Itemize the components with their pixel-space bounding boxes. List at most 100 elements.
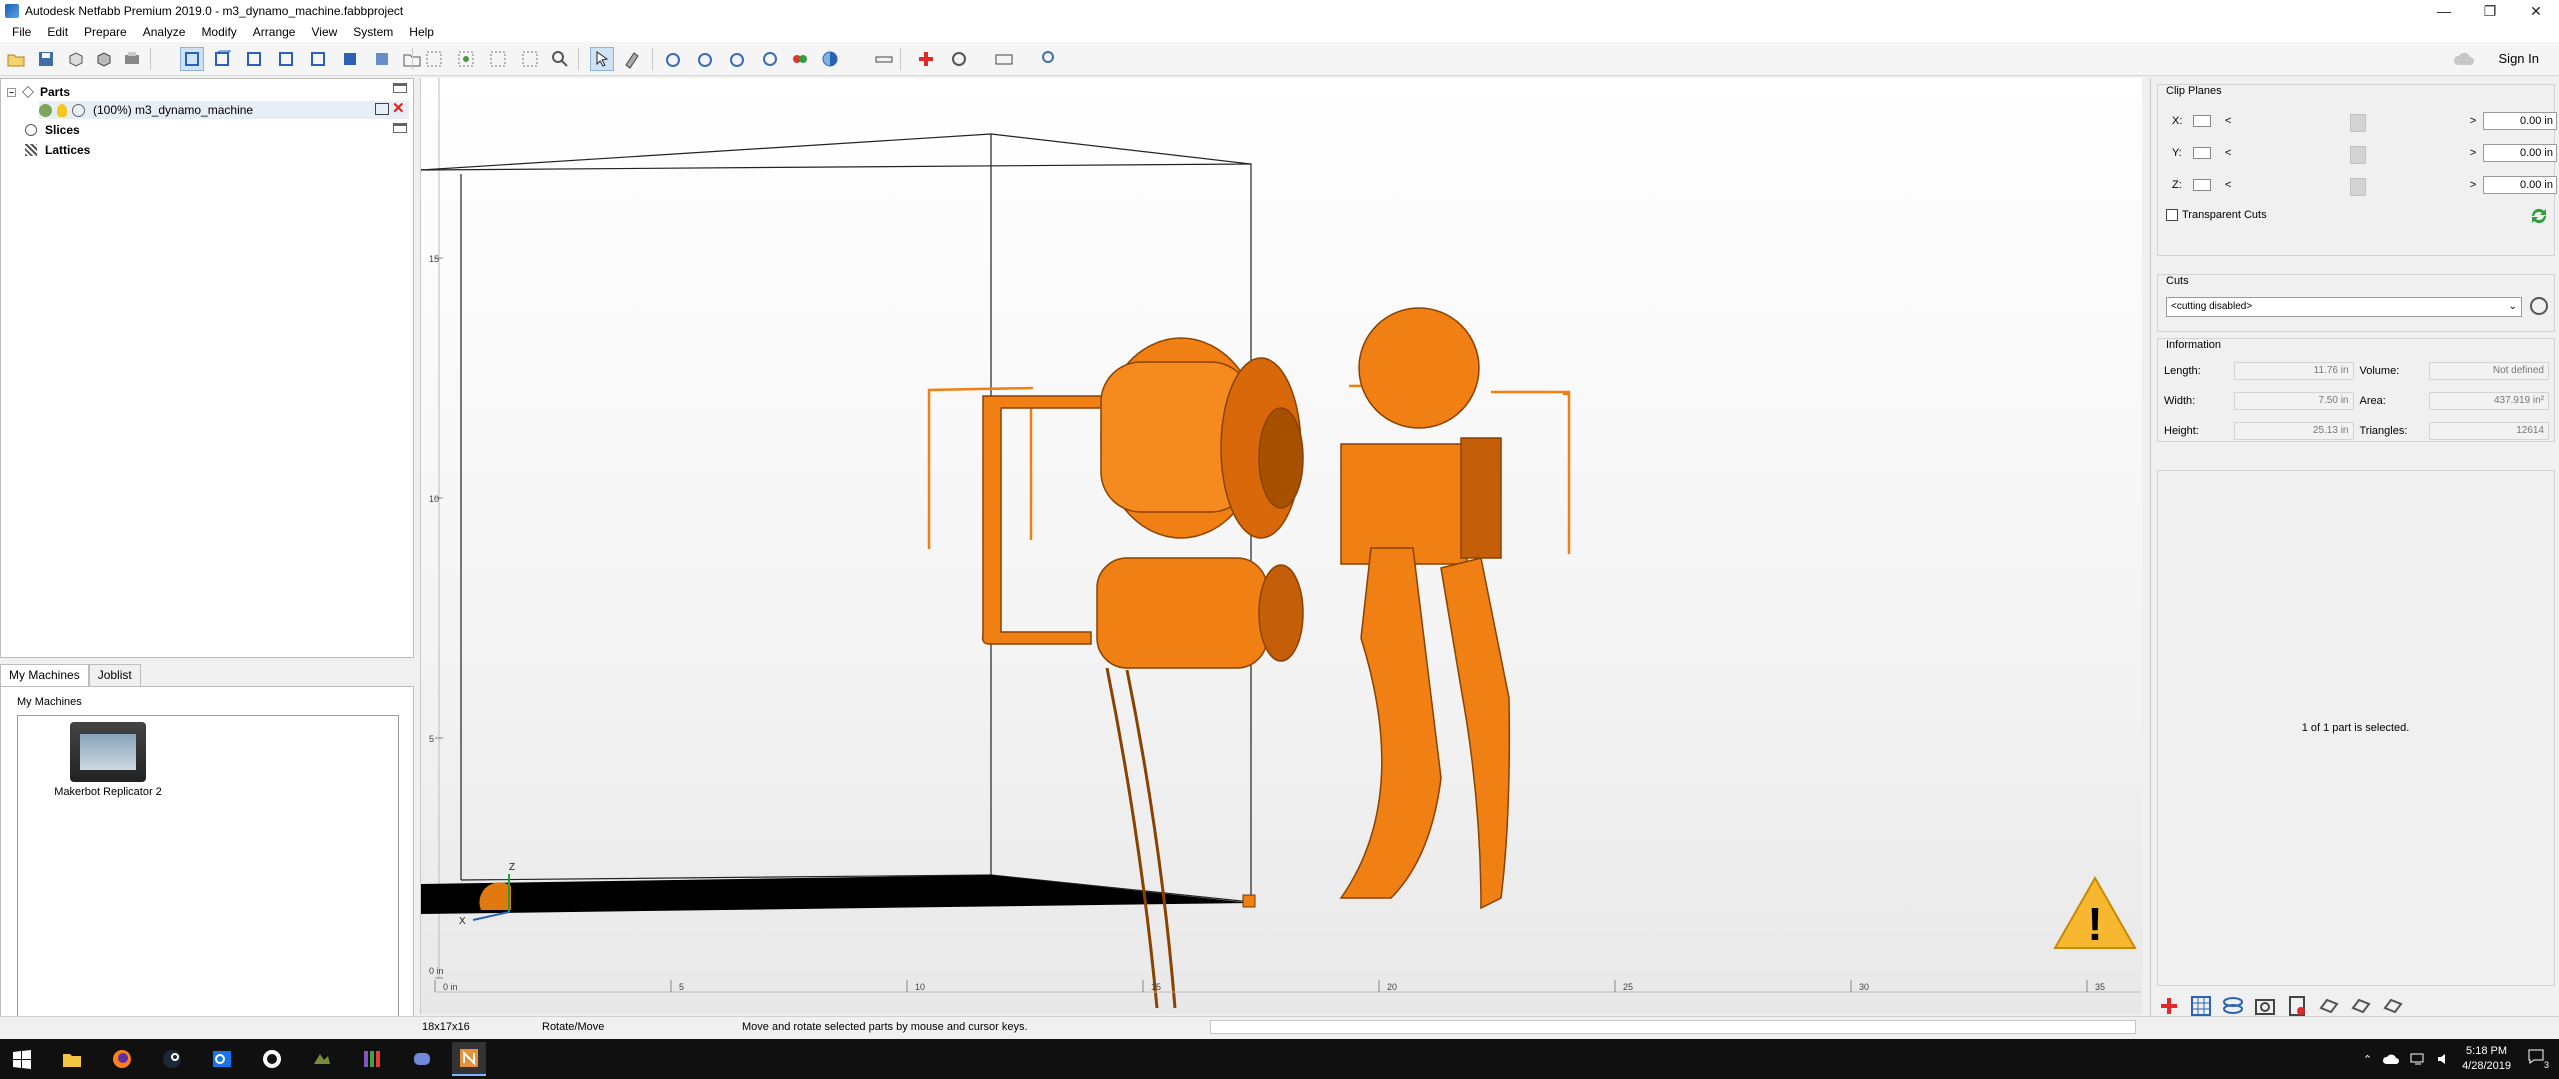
tree-item-parts[interactable]: − Parts: [7, 83, 70, 101]
zoom-box-icon[interactable]: [518, 47, 542, 71]
clip-z-slider[interactable]: [2240, 178, 2458, 196]
printer-icon[interactable]: [120, 47, 144, 71]
clip-x-slider[interactable]: [2240, 114, 2458, 132]
clip-y-slider[interactable]: [2240, 146, 2458, 164]
menu-file[interactable]: File: [4, 25, 39, 39]
volume-icon[interactable]: [2436, 1052, 2452, 1066]
report-icon[interactable]: [2285, 994, 2309, 1018]
shading-icon[interactable]: [818, 47, 842, 71]
firefox-icon[interactable]: [108, 1045, 136, 1073]
cut-settings-icon[interactable]: [2528, 295, 2550, 317]
close-button[interactable]: ✕: [2513, 0, 2559, 22]
menu-prepare[interactable]: Prepare: [76, 25, 135, 39]
notification-center[interactable]: 3: [2527, 1048, 2549, 1070]
menu-modify[interactable]: Modify: [193, 25, 244, 39]
view-top-icon[interactable]: [338, 47, 362, 71]
transparent-cuts-checkbox[interactable]: [2166, 209, 2178, 221]
steam-icon[interactable]: [158, 1045, 186, 1073]
tab-joblist[interactable]: Joblist: [88, 664, 141, 686]
remove-part-icon[interactable]: ✕: [392, 99, 405, 117]
show-hidden-icons[interactable]: ⌃: [2363, 1053, 2372, 1066]
clip-z-decrease[interactable]: <: [2225, 179, 2234, 191]
discord-icon[interactable]: [408, 1045, 436, 1073]
tree-item-slices[interactable]: Slices: [25, 121, 80, 139]
view-left-icon[interactable]: [274, 47, 298, 71]
restore-button[interactable]: ❐: [2467, 0, 2513, 22]
color-balls-icon[interactable]: [788, 47, 812, 71]
minimize-button[interactable]: —: [2421, 0, 2467, 22]
tab-my-machines[interactable]: My Machines: [0, 664, 89, 686]
clip-y-toggle[interactable]: [2192, 147, 2212, 159]
view-back-icon[interactable]: [242, 47, 266, 71]
clip-y-decrease[interactable]: <: [2225, 147, 2234, 159]
measure-icon[interactable]: [758, 47, 782, 71]
zoom-all-icon[interactable]: [422, 47, 446, 71]
tool-c-icon[interactable]: [2381, 994, 2405, 1018]
select-cursor-icon[interactable]: [590, 47, 614, 71]
view-bottom-icon[interactable]: [370, 47, 394, 71]
add-shape-icon[interactable]: [662, 47, 686, 71]
refresh-icon[interactable]: [2528, 205, 2550, 227]
collapse-icon[interactable]: −: [7, 87, 16, 97]
camera-icon[interactable]: [2253, 994, 2277, 1018]
folder-icon-2[interactable]: [393, 123, 407, 133]
windows-start-icon[interactable]: [8, 1045, 36, 1073]
clip-y-input[interactable]: [2483, 144, 2557, 162]
repair-icon[interactable]: [694, 47, 718, 71]
clock[interactable]: 5:18 PM 4/28/2019: [2462, 1044, 2511, 1074]
clip-z-toggle[interactable]: [2192, 179, 2212, 191]
tree-item-lattices[interactable]: Lattices: [25, 141, 90, 159]
menu-view[interactable]: View: [303, 25, 345, 39]
zoom-selection-icon[interactable]: [454, 47, 478, 71]
file-explorer-icon[interactable]: [58, 1045, 86, 1073]
ruler-icon[interactable]: [872, 47, 896, 71]
settings-user-icon[interactable]: [1036, 47, 1060, 71]
zoom-platform-icon[interactable]: [486, 47, 510, 71]
menu-system[interactable]: System: [345, 25, 401, 39]
save-icon[interactable]: [34, 47, 58, 71]
menu-edit[interactable]: Edit: [39, 25, 76, 39]
tool-a-icon[interactable]: [2317, 994, 2341, 1018]
app-bars-icon[interactable]: [358, 1045, 386, 1073]
menu-analyze[interactable]: Analyze: [135, 25, 194, 39]
warning-icon[interactable]: !: [2087, 898, 2102, 950]
tree-item-part[interactable]: (100%) m3_dynamo_machine: [39, 101, 409, 119]
network-icon[interactable]: [2410, 1052, 2426, 1066]
menu-arrange[interactable]: Arrange: [245, 25, 304, 39]
view-default-icon[interactable]: [180, 47, 204, 71]
add-red-cross-icon[interactable]: [914, 47, 938, 71]
onedrive-icon[interactable]: [2382, 1053, 2400, 1065]
tool-b-icon[interactable]: [2349, 994, 2373, 1018]
cube-icon[interactable]: [92, 47, 116, 71]
analysis-icon[interactable]: [726, 47, 750, 71]
machine-item[interactable]: Makerbot Replicator 2: [48, 722, 168, 798]
clip-y-increase[interactable]: >: [2470, 147, 2479, 159]
layers-icon[interactable]: [2221, 994, 2245, 1018]
obs-icon[interactable]: [258, 1045, 286, 1073]
view-front-icon[interactable]: [210, 47, 234, 71]
add-support-icon[interactable]: [2157, 994, 2181, 1018]
transparent-cuts-option[interactable]: Transparent Cuts: [2166, 209, 2267, 221]
clip-z-input[interactable]: [2483, 176, 2557, 194]
clip-x-decrease[interactable]: <: [2225, 115, 2234, 127]
menu-help[interactable]: Help: [401, 25, 442, 39]
app-tool-icon[interactable]: [308, 1045, 336, 1073]
magnifier-icon[interactable]: [548, 47, 572, 71]
screenshot-icon[interactable]: [992, 47, 1016, 71]
folder-icon[interactable]: [393, 83, 407, 93]
view-right-icon[interactable]: [306, 47, 330, 71]
lightbulb-icon[interactable]: [57, 103, 67, 117]
3d-viewport[interactable]: ! Z X 15 10 5 0 in 0 in 5 10 15 20 25 30…: [420, 78, 2142, 1014]
part-visibility-icon[interactable]: [375, 103, 389, 115]
cuts-dropdown[interactable]: <cutting disabled> ⌄: [2166, 297, 2522, 317]
clip-z-increase[interactable]: >: [2470, 179, 2479, 191]
clip-x-increase[interactable]: >: [2470, 115, 2479, 127]
support-icon[interactable]: [948, 47, 972, 71]
scene-canvas[interactable]: ! Z X 15 10 5 0 in: [421, 78, 2142, 1014]
clip-x-input[interactable]: [2483, 112, 2557, 130]
open-project-icon[interactable]: [4, 47, 28, 71]
paint-select-icon[interactable]: [620, 47, 644, 71]
sign-in-button[interactable]: Sign In: [2499, 51, 2539, 66]
add-part-icon[interactable]: [64, 47, 88, 71]
clip-x-toggle[interactable]: [2192, 115, 2212, 127]
